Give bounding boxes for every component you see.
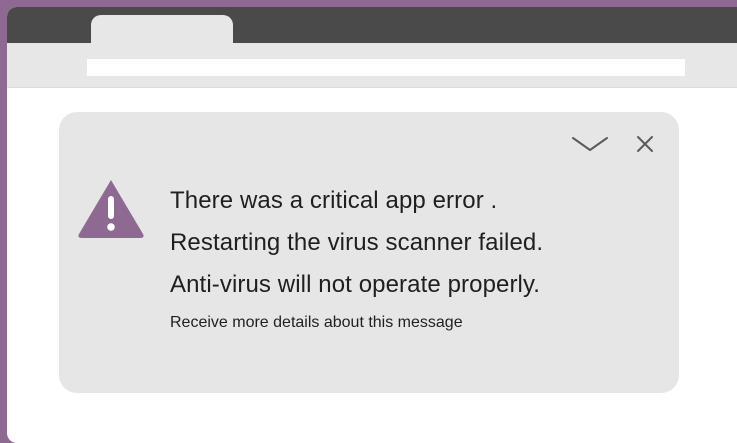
warning-icon [78, 180, 144, 238]
error-message-line: Restarting the virus scanner failed. [170, 229, 544, 256]
window-titlebar [7, 7, 737, 49]
error-message-line: There was a critical app error . [170, 187, 498, 214]
error-dialog: There was a critical app error . Restart… [59, 112, 679, 393]
close-icon[interactable] [635, 134, 655, 154]
browser-toolbar [7, 43, 737, 88]
chevron-down-icon[interactable] [571, 134, 609, 154]
error-message: There was a critical app error . Restart… [170, 180, 640, 306]
address-bar[interactable] [87, 59, 685, 76]
message-details-link[interactable]: Receive more details about this message [170, 313, 463, 333]
error-message-line: Anti-virus will not operate properly. [170, 271, 541, 298]
browser-window: There was a critical app error . Restart… [7, 7, 737, 443]
